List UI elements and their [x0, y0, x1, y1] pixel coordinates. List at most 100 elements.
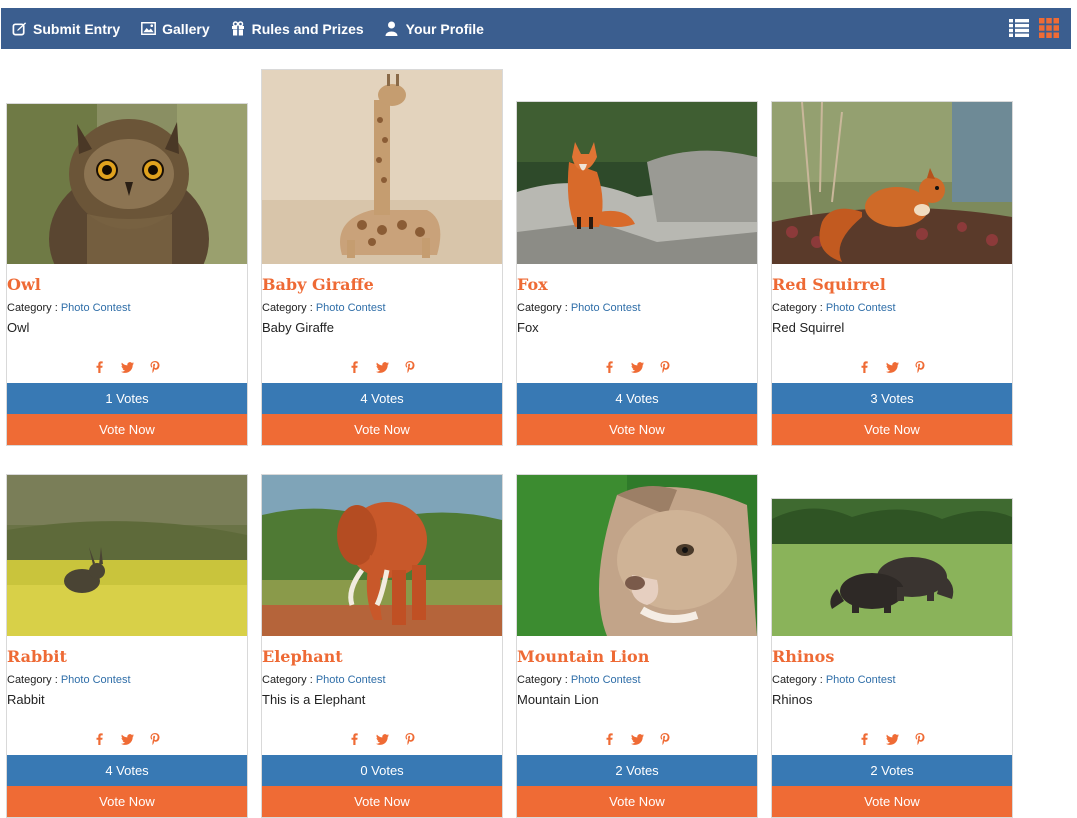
entry-title[interactable]: Red Squirrel	[772, 274, 1012, 296]
category-label: Category :	[517, 302, 571, 314]
entry-description: Red Squirrel	[772, 320, 845, 335]
nav-rules-and-prizes-label: Rules and Prizes	[251, 20, 364, 37]
entry-title[interactable]: Rabbit	[7, 646, 247, 668]
vote-now-button[interactable]: Vote Now	[7, 786, 247, 817]
category-link[interactable]: Photo Contest	[316, 674, 386, 686]
category-label: Category :	[262, 302, 316, 314]
entry-description: This is a Elephant	[262, 692, 366, 707]
entry-card: Elephant Category : Photo Contest This i…	[261, 474, 503, 818]
twitter-icon[interactable]	[885, 360, 899, 374]
entry-photo[interactable]	[772, 102, 1012, 264]
entry-title[interactable]: Elephant	[262, 646, 502, 668]
nav-rules-and-prizes[interactable]: Rules and Prizes	[230, 21, 364, 37]
entry-title[interactable]: Owl	[7, 274, 247, 296]
vote-count: 4 Votes	[517, 383, 757, 414]
entry-photo[interactable]	[7, 475, 247, 636]
pinterest-icon[interactable]	[658, 732, 672, 746]
vote-now-button[interactable]: Vote Now	[517, 414, 757, 445]
entry-category: Category : Photo Contest	[517, 301, 757, 315]
category-link[interactable]: Photo Contest	[571, 302, 641, 314]
nav-gallery[interactable]: Gallery	[140, 20, 210, 37]
nav-submit-entry-label: Submit Entry	[33, 20, 121, 37]
vote-now-button[interactable]: Vote Now	[262, 786, 502, 817]
category-link[interactable]: Photo Contest	[826, 674, 896, 686]
twitter-icon[interactable]	[885, 732, 899, 746]
vote-now-button[interactable]: Vote Now	[517, 786, 757, 817]
pinterest-icon[interactable]	[913, 732, 927, 746]
category-link[interactable]: Photo Contest	[316, 302, 386, 314]
twitter-icon[interactable]	[120, 360, 134, 374]
entry-category: Category : Photo Contest	[772, 301, 1012, 315]
nav-submit-entry[interactable]: Submit Entry	[11, 21, 120, 37]
vote-count: 3 Votes	[772, 383, 1012, 414]
twitter-icon[interactable]	[630, 360, 644, 374]
share-links	[262, 360, 502, 374]
twitter-icon[interactable]	[375, 732, 389, 746]
entry-photo[interactable]	[772, 499, 1012, 636]
entry-photo[interactable]	[7, 104, 247, 264]
vote-now-button[interactable]: Vote Now	[262, 414, 502, 445]
entry-category: Category : Photo Contest	[262, 301, 502, 315]
vote-count: 2 Votes	[517, 755, 757, 786]
facebook-icon[interactable]	[602, 732, 616, 746]
facebook-icon[interactable]	[92, 732, 106, 746]
grid-view-icon[interactable]	[1039, 18, 1059, 38]
entry-photo[interactable]	[262, 475, 502, 636]
category-link[interactable]: Photo Contest	[61, 674, 131, 686]
share-links	[772, 360, 1012, 374]
category-label: Category :	[517, 674, 571, 686]
twitter-icon[interactable]	[120, 732, 134, 746]
category-label: Category :	[772, 674, 826, 686]
entry-card: Mountain Lion Category : Photo Contest M…	[516, 474, 758, 818]
entry-category: Category : Photo Contest	[262, 673, 502, 687]
entry-card: Rhinos Category : Photo Contest Rhinos 2…	[771, 498, 1013, 818]
pinterest-icon[interactable]	[148, 732, 162, 746]
category-link[interactable]: Photo Contest	[571, 674, 641, 686]
share-links	[517, 360, 757, 374]
entry-title[interactable]: Mountain Lion	[517, 646, 757, 668]
twitter-icon[interactable]	[630, 732, 644, 746]
entry-description: Owl	[7, 320, 30, 335]
entry-title[interactable]: Baby Giraffe	[262, 274, 502, 296]
vote-count: 0 Votes	[262, 755, 502, 786]
vote-now-button[interactable]: Vote Now	[772, 414, 1012, 445]
facebook-icon[interactable]	[857, 732, 871, 746]
facebook-icon[interactable]	[602, 360, 616, 374]
facebook-icon[interactable]	[92, 360, 106, 374]
nav-your-profile-label: Your Profile	[405, 20, 484, 37]
pinterest-icon[interactable]	[658, 360, 672, 374]
facebook-icon[interactable]	[347, 360, 361, 374]
entry-card: Red Squirrel Category : Photo Contest Re…	[771, 101, 1013, 446]
category-label: Category :	[7, 302, 61, 314]
entry-photo[interactable]	[517, 102, 757, 264]
pinterest-icon[interactable]	[148, 360, 162, 374]
entry-title[interactable]: Rhinos	[772, 646, 1012, 668]
share-links	[262, 732, 502, 746]
entry-title[interactable]: Fox	[517, 274, 757, 296]
vote-now-button[interactable]: Vote Now	[772, 786, 1012, 817]
entry-category: Category : Photo Contest	[772, 673, 1012, 687]
list-view-icon[interactable]	[1009, 18, 1029, 38]
gift-icon	[230, 21, 246, 37]
entry-description: Fox	[517, 320, 539, 335]
entry-description: Rhinos	[772, 692, 813, 707]
twitter-icon[interactable]	[375, 360, 389, 374]
entry-photo[interactable]	[262, 70, 502, 264]
facebook-icon[interactable]	[857, 360, 871, 374]
category-link[interactable]: Photo Contest	[61, 302, 131, 314]
entry-card: Fox Category : Photo Contest Fox 4 Votes…	[516, 101, 758, 446]
entry-card: Rabbit Category : Photo Contest Rabbit 4…	[6, 474, 248, 818]
nav-gallery-label: Gallery	[162, 20, 210, 37]
pinterest-icon[interactable]	[403, 732, 417, 746]
top-navbar: Submit Entry Gallery Rules and Prizes Yo…	[1, 8, 1071, 49]
category-label: Category :	[262, 674, 316, 686]
entry-description: Baby Giraffe	[262, 320, 335, 335]
category-link[interactable]: Photo Contest	[826, 302, 896, 314]
vote-now-button[interactable]: Vote Now	[7, 414, 247, 445]
nav-your-profile[interactable]: Your Profile	[384, 21, 484, 37]
entry-photo[interactable]	[517, 475, 757, 636]
pinterest-icon[interactable]	[913, 360, 927, 374]
pinterest-icon[interactable]	[403, 360, 417, 374]
vote-count: 2 Votes	[772, 755, 1012, 786]
facebook-icon[interactable]	[347, 732, 361, 746]
